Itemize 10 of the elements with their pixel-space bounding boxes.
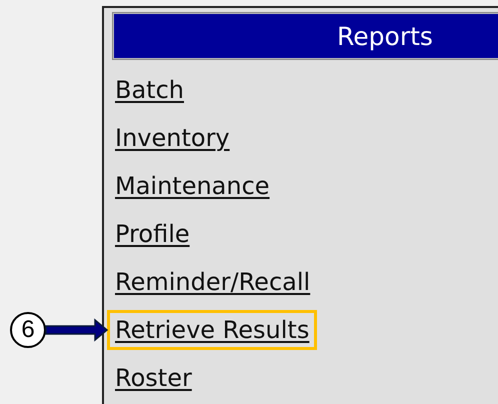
callout-arrow (45, 318, 109, 342)
report-link[interactable]: Retrieve Results (107, 310, 318, 350)
report-link[interactable]: Inventory (107, 118, 238, 158)
report-link[interactable]: Roster (107, 358, 200, 398)
report-link[interactable]: Reminder/Recall (107, 262, 318, 302)
report-link[interactable]: Maintenance (107, 166, 278, 206)
step-number: 6 (10, 312, 46, 348)
report-link[interactable]: Batch (107, 70, 192, 110)
report-link[interactable]: Profile (107, 214, 198, 254)
menu-title: Reports (337, 22, 433, 50)
